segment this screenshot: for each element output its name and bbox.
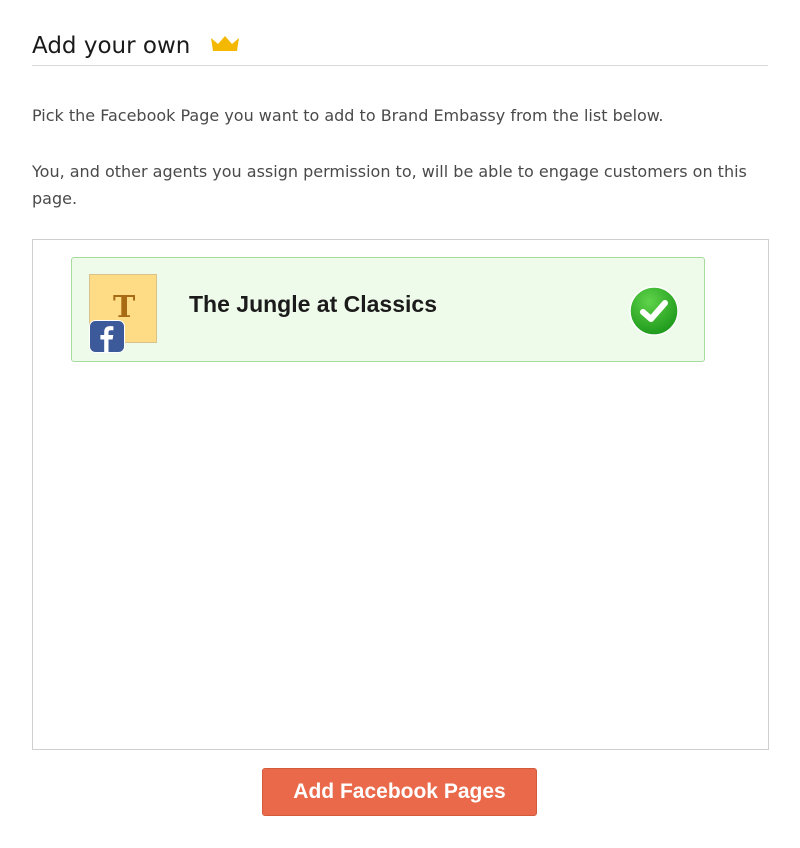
page-list-item[interactable]: T The Jungle at Classics	[71, 257, 705, 362]
checkmark-icon	[628, 285, 680, 337]
crown-icon	[210, 34, 240, 52]
facebook-pages-list[interactable]: T The Jungle at Classics	[32, 239, 769, 750]
add-facebook-pages-button[interactable]: Add Facebook Pages	[262, 768, 537, 816]
permission-text: You, and other agents you assign permiss…	[32, 162, 747, 208]
page-name: The Jungle at Classics	[189, 291, 437, 317]
facebook-icon	[89, 320, 125, 353]
instruction-text: Pick the Facebook Page you want to add t…	[32, 106, 664, 125]
section-title: Add your own	[32, 33, 191, 59]
section-header: Add your own	[32, 30, 768, 66]
